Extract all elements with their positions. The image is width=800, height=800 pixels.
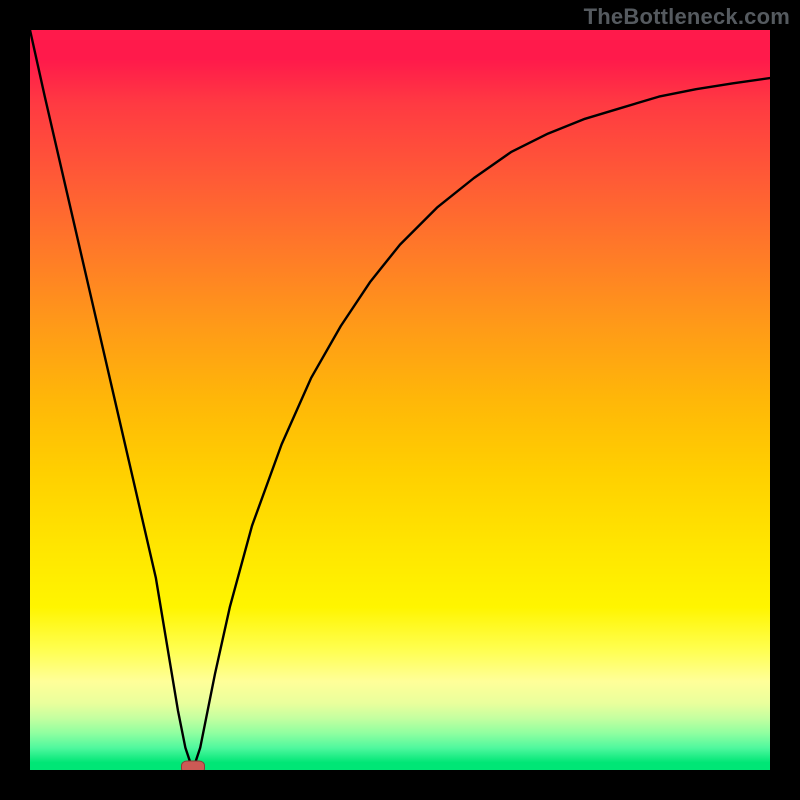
watermark-text: TheBottleneck.com [584, 4, 790, 30]
minimum-marker [181, 761, 205, 771]
plot-area [30, 30, 770, 770]
background-gradient [30, 30, 770, 770]
chart-frame: TheBottleneck.com [0, 0, 800, 800]
